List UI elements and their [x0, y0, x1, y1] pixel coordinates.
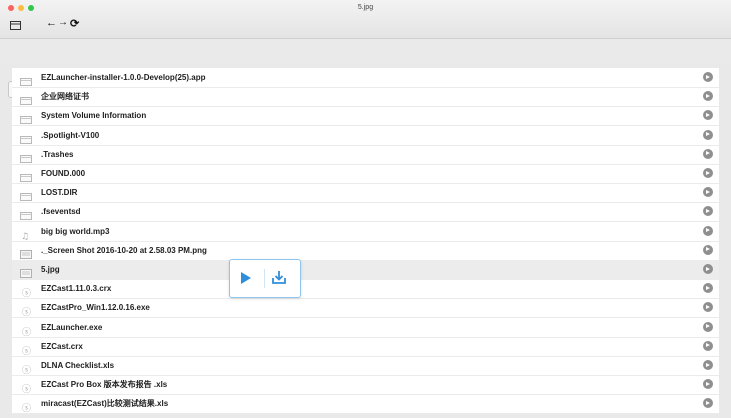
folder-icon	[20, 111, 32, 125]
file-name: ._Screen Shot 2016-10-20 at 2.58.03 PM.p…	[41, 245, 207, 255]
chevron-right-icon[interactable]	[703, 379, 713, 390]
document-file-icon: ⓢ	[20, 361, 32, 376]
svg-text:ⓢ: ⓢ	[22, 365, 31, 374]
chevron-right-icon[interactable]	[703, 264, 713, 274]
chevron-right-icon[interactable]	[703, 206, 713, 217]
file-name: EZCast1.11.0.3.crx	[41, 284, 112, 294]
forward-button[interactable]: →	[58, 17, 68, 28]
file-name: DLNA Checklist.xls	[41, 361, 115, 370]
chevron-right-icon[interactable]	[703, 72, 713, 82]
chevron-right-icon[interactable]	[703, 91, 713, 102]
chevron-right-icon[interactable]	[703, 302, 713, 313]
image-file-icon	[20, 265, 32, 278]
file-name: FOUND.000	[41, 169, 86, 178]
reload-button[interactable]: ⟳	[70, 17, 79, 30]
file-row[interactable]: System Volume Information	[12, 106, 719, 127]
file-row[interactable]: ⓢ EZLauncher.exe	[12, 318, 719, 338]
file-name: 企业网络证书	[41, 92, 89, 102]
chevron-right-icon[interactable]	[703, 283, 713, 294]
file-row[interactable]: ⓢ EZCast1.11.0.3.crx	[12, 279, 719, 300]
file-name: EZLauncher.exe	[41, 322, 103, 332]
chevron-right-icon[interactable]	[703, 129, 713, 140]
folder-icon	[20, 169, 32, 182]
svg-text:ⓢ: ⓢ	[22, 384, 31, 393]
svg-text:ⓢ: ⓢ	[22, 346, 31, 355]
popup-divider	[264, 269, 265, 288]
document-file-icon: ⓢ	[20, 303, 32, 318]
file-name: EZCastPro_Win1.12.0.16.exe	[41, 303, 150, 313]
svg-text:ⓢ: ⓢ	[22, 403, 31, 412]
music-file-icon: ♫	[20, 227, 32, 242]
file-row[interactable]: ._Screen Shot 2016-10-20 at 2.58.03 PM.p…	[12, 241, 719, 261]
image-file-icon	[20, 246, 32, 259]
file-name: miracast(EZCast)比较测试结果.xls	[41, 399, 169, 409]
file-list: EZLauncher-installer-1.0.0-Develop(25).a…	[12, 68, 719, 415]
file-row[interactable]: EZLauncher-installer-1.0.0-Develop(25).a…	[12, 68, 719, 88]
file-row[interactable]: .Spotlight-V100	[12, 126, 719, 146]
folder-icon	[20, 92, 32, 106]
file-row[interactable]: ⓢ EZCastPro_Win1.12.0.16.exe	[12, 298, 719, 319]
chevron-right-icon[interactable]	[703, 360, 713, 370]
file-row[interactable]: 5.jpg	[12, 260, 719, 280]
window-title: 5.jpg	[357, 4, 374, 11]
chevron-right-icon[interactable]	[703, 321, 713, 332]
file-action-popup	[229, 259, 301, 298]
file-row[interactable]: .Trashes	[12, 145, 719, 165]
chevron-right-icon[interactable]	[703, 225, 713, 236]
file-row[interactable]: LOST.DIR	[12, 183, 719, 204]
path-bar: ⊃	[0, 39, 731, 98]
chevron-right-icon[interactable]	[703, 398, 713, 409]
document-file-icon: ⓢ	[20, 380, 32, 395]
file-name: .fseventsd	[41, 207, 81, 217]
file-name: EZCast.crx	[41, 341, 83, 351]
download-icon[interactable]	[272, 270, 286, 284]
file-name: 5.jpg	[41, 265, 60, 274]
chevron-right-icon[interactable]	[703, 340, 713, 351]
file-row[interactable]: 企业网络证书	[12, 87, 719, 108]
file-row[interactable]: ⓢ EZCast Pro Box 版本发布报告 .xls	[12, 375, 719, 396]
document-file-icon: ⓢ	[20, 342, 32, 357]
file-row[interactable]: FOUND.000	[12, 164, 719, 184]
document-file-icon: ⓢ	[20, 323, 32, 338]
chevron-right-icon[interactable]	[703, 187, 713, 198]
file-name: System Volume Information	[41, 111, 147, 121]
window-icon[interactable]	[10, 21, 21, 30]
folder-icon	[20, 207, 32, 221]
svg-text:♫: ♫	[21, 232, 29, 240]
file-name: LOST.DIR	[41, 188, 78, 198]
folder-icon	[20, 150, 32, 163]
file-row[interactable]: ⓢ miracast(EZCast)比较测试结果.xls	[12, 394, 719, 415]
chevron-right-icon[interactable]	[703, 148, 713, 159]
file-name: .Trashes	[41, 149, 74, 159]
chevron-right-icon[interactable]	[703, 244, 713, 255]
folder-icon	[20, 131, 32, 144]
chevron-right-icon[interactable]	[703, 110, 713, 121]
file-name: EZCast Pro Box 版本发布报告 .xls	[41, 380, 168, 390]
file-row[interactable]: .fseventsd	[12, 202, 719, 223]
file-name: .Spotlight-V100	[41, 130, 100, 140]
file-row[interactable]: ⓢ EZCast.crx	[12, 337, 719, 357]
folder-icon	[20, 73, 32, 86]
svg-text:ⓢ: ⓢ	[22, 307, 31, 316]
play-icon[interactable]	[241, 272, 251, 284]
chevron-right-icon[interactable]	[703, 168, 713, 178]
file-name: EZLauncher-installer-1.0.0-Develop(25).a…	[41, 73, 206, 82]
document-file-icon: ⓢ	[20, 399, 32, 414]
svg-text:ⓢ: ⓢ	[22, 288, 31, 297]
window-titlebar: 5.jpg ← → ⟳	[0, 0, 731, 39]
svg-text:ⓢ: ⓢ	[22, 327, 31, 336]
folder-icon	[20, 188, 32, 202]
document-file-icon: ⓢ	[20, 284, 32, 299]
file-name: big big world.mp3	[41, 226, 110, 236]
file-row[interactable]: ⓢ DLNA Checklist.xls	[12, 356, 719, 376]
back-button[interactable]: ←	[46, 17, 57, 29]
file-row[interactable]: ♫ big big world.mp3	[12, 222, 719, 242]
